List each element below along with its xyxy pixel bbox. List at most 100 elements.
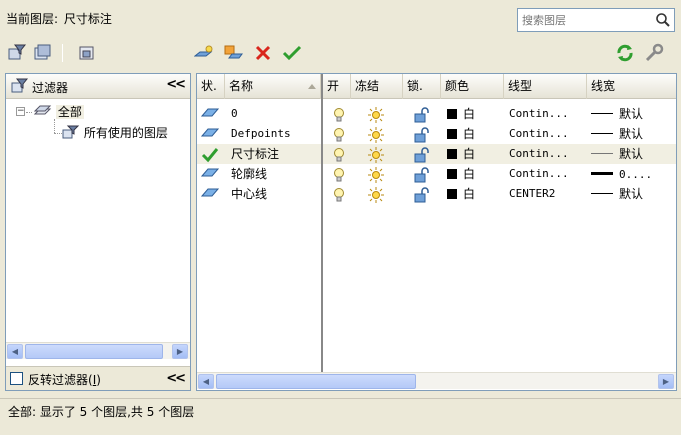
- scroll-right-button[interactable]: ▶: [172, 344, 188, 359]
- set-current-button[interactable]: [281, 42, 303, 64]
- color-swatch: [447, 149, 457, 159]
- column-header-on[interactable]: 开: [323, 74, 351, 99]
- layer-row[interactable]: 中心线 白 CENTER2 默认: [197, 184, 676, 204]
- column-header-color[interactable]: 颜色: [441, 74, 504, 99]
- layer-color-cell[interactable]: 白: [447, 124, 502, 144]
- wrench-icon: [645, 43, 664, 62]
- lineweight-sample: [591, 113, 613, 114]
- lightbulb-on-icon[interactable]: [333, 144, 349, 164]
- layer-name[interactable]: 0: [231, 104, 319, 124]
- unlocked-padlock-icon[interactable]: [413, 124, 435, 144]
- settings-button[interactable]: [643, 42, 665, 64]
- layers-group-icon: [33, 105, 52, 115]
- new-layer-button[interactable]: [193, 42, 215, 64]
- collapse-filter-panel-button-bottom[interactable]: <<: [166, 371, 186, 386]
- frozen-column-divider[interactable]: [321, 74, 323, 372]
- sun-thawed-icon[interactable]: [368, 104, 390, 124]
- column-header-lineweight[interactable]: 线宽: [587, 74, 676, 99]
- layer-name[interactable]: 轮廓线: [231, 164, 319, 184]
- layer-row[interactable]: 轮廓线 白 Contin... 0....: [197, 164, 676, 184]
- layer-lineweight-cell[interactable]: 0....: [591, 164, 675, 184]
- tree-node-all[interactable]: 全部: [33, 103, 84, 120]
- lineweight-sample: [591, 153, 613, 154]
- color-swatch: [447, 169, 457, 179]
- top-bar: 当前图层: 尺寸标注: [0, 0, 681, 36]
- column-header-name[interactable]: 名称: [225, 74, 321, 99]
- scroll-thumb[interactable]: [216, 374, 416, 389]
- layer-lineweight-cell[interactable]: 默认: [591, 184, 675, 204]
- unlocked-padlock-icon[interactable]: [413, 104, 435, 124]
- delete-icon: [255, 45, 271, 61]
- scroll-left-button[interactable]: ◀: [7, 344, 23, 359]
- lightbulb-on-icon[interactable]: [333, 104, 349, 124]
- layer-linetype[interactable]: CENTER2: [509, 184, 585, 204]
- refresh-button[interactable]: [614, 42, 636, 64]
- layer-color-cell[interactable]: 白: [447, 104, 502, 124]
- column-header-linetype[interactable]: 线型: [504, 74, 587, 99]
- sun-thawed-icon[interactable]: [368, 184, 390, 204]
- collapse-filter-panel-button[interactable]: <<: [166, 77, 186, 92]
- layer-color-cell[interactable]: 白: [447, 184, 502, 204]
- new-layer-vp-frozen-button[interactable]: [222, 42, 244, 64]
- layer-color-cell[interactable]: 白: [447, 144, 502, 164]
- layer-lineweight: 默认: [619, 107, 644, 121]
- layer-lineweight-cell[interactable]: 默认: [591, 124, 675, 144]
- layer-name[interactable]: Defpoints: [231, 124, 319, 144]
- unlocked-padlock-icon[interactable]: [413, 164, 435, 184]
- column-header-freeze[interactable]: 冻结: [351, 74, 403, 99]
- color-swatch: [447, 129, 457, 139]
- layer-linetype[interactable]: Contin...: [509, 164, 585, 184]
- sun-thawed-icon[interactable]: [368, 124, 390, 144]
- toolbar: [0, 36, 681, 68]
- layer-color-cell[interactable]: 白: [447, 164, 502, 184]
- lightbulb-on-icon[interactable]: [333, 124, 349, 144]
- column-header-status[interactable]: 状.: [197, 74, 225, 99]
- search-layers-input[interactable]: [518, 9, 648, 31]
- search-layers-box[interactable]: [517, 8, 675, 32]
- new-property-filter-button[interactable]: [6, 42, 28, 64]
- filter-horizontal-scrollbar[interactable]: ◀ ▶: [6, 342, 190, 359]
- search-icon[interactable]: [655, 12, 671, 28]
- sort-ascending-icon: [308, 84, 316, 89]
- sun-thawed-icon[interactable]: [368, 144, 390, 164]
- new-property-filter-icon: [8, 44, 27, 60]
- tree-node-used-layers[interactable]: 所有使用的图层: [62, 124, 168, 141]
- tree-node-all-label: 全部: [55, 105, 84, 119]
- layer-row[interactable]: 0 白 Contin... 默认: [197, 104, 676, 124]
- layer-name[interactable]: 中心线: [231, 184, 319, 204]
- column-header-lock[interactable]: 锁.: [403, 74, 441, 99]
- new-group-filter-button[interactable]: [32, 42, 54, 64]
- color-swatch: [447, 109, 457, 119]
- layer-linetype[interactable]: Contin...: [509, 104, 585, 124]
- layer-linetype[interactable]: Contin...: [509, 144, 585, 164]
- unlocked-padlock-icon[interactable]: [413, 144, 435, 164]
- lightbulb-on-icon[interactable]: [333, 164, 349, 184]
- layer-linetype[interactable]: Contin...: [509, 124, 585, 144]
- tree-collapse-toggle[interactable]: −: [16, 107, 25, 116]
- layer-color-name: 白: [463, 147, 476, 161]
- layer-row-current[interactable]: 尺寸标注 白 Contin... 默认: [197, 144, 676, 164]
- layer-grid-horizontal-scrollbar[interactable]: ◀ ▶: [197, 372, 676, 389]
- refresh-icon: [617, 44, 633, 62]
- scroll-left-button[interactable]: ◀: [198, 374, 214, 389]
- unlocked-padlock-icon[interactable]: [413, 184, 435, 204]
- layer-name[interactable]: 尺寸标注: [231, 144, 319, 164]
- layer-lineweight-cell[interactable]: 默认: [591, 104, 675, 124]
- scroll-right-button[interactable]: ▶: [658, 374, 674, 389]
- current-check-icon: [201, 147, 219, 162]
- layer-lineweight: 默认: [619, 147, 644, 161]
- layer-states-manager-button[interactable]: [76, 42, 98, 64]
- layer-color-name: 白: [463, 187, 476, 201]
- invert-filter-checkbox[interactable]: [10, 372, 23, 385]
- layer-row[interactable]: Defpoints 白 Contin... 默认: [197, 124, 676, 144]
- delete-layer-button[interactable]: [252, 42, 274, 64]
- sun-thawed-icon[interactable]: [368, 164, 390, 184]
- filter-panel-footer: 反转过滤器(I) <<: [6, 366, 190, 390]
- lightbulb-on-icon[interactable]: [333, 184, 349, 204]
- filter-panel-title: 过滤器: [32, 81, 69, 95]
- layer-icon: [201, 128, 220, 137]
- scroll-thumb[interactable]: [25, 344, 163, 359]
- layer-list-panel: 状. 名称 开 冻结 锁. 颜色 线型 线宽 0 白 Contin... 默认 …: [196, 73, 677, 391]
- layer-status-cell: [201, 184, 223, 204]
- layer-lineweight-cell[interactable]: 默认: [591, 144, 675, 164]
